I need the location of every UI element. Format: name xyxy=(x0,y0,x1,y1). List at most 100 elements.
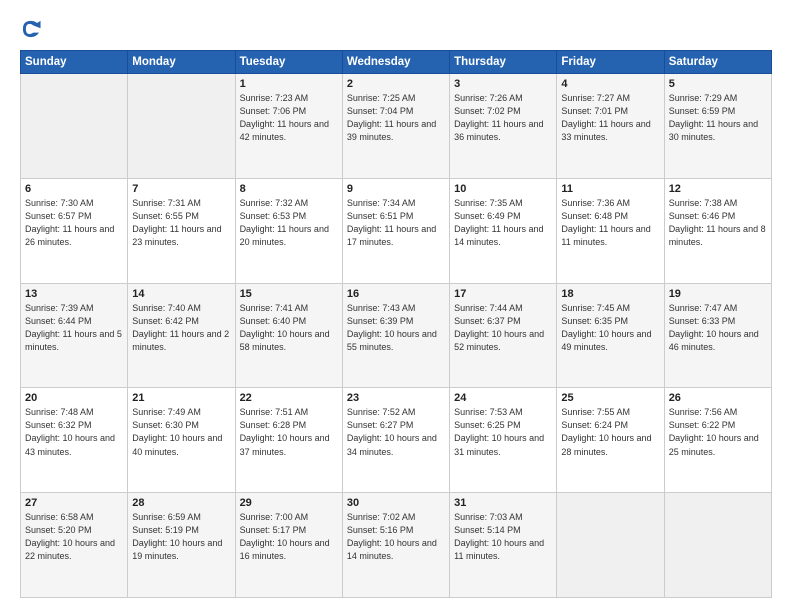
day-number: 25 xyxy=(561,392,659,404)
day-cell: 11 Sunrise: 7:36 AMSunset: 6:48 PMDaylig… xyxy=(557,178,664,283)
day-info: Sunrise: 7:49 AMSunset: 6:30 PMDaylight:… xyxy=(132,407,222,456)
day-cell: 3 Sunrise: 7:26 AMSunset: 7:02 PMDayligh… xyxy=(450,74,557,179)
day-number: 13 xyxy=(25,288,123,300)
day-number: 2 xyxy=(347,78,445,90)
day-number: 24 xyxy=(454,392,552,404)
day-cell: 29 Sunrise: 7:00 AMSunset: 5:17 PMDaylig… xyxy=(235,493,342,598)
day-info: Sunrise: 7:45 AMSunset: 6:35 PMDaylight:… xyxy=(561,303,651,352)
day-info: Sunrise: 7:52 AMSunset: 6:27 PMDaylight:… xyxy=(347,407,437,456)
day-number: 3 xyxy=(454,78,552,90)
week-row-4: 20 Sunrise: 7:48 AMSunset: 6:32 PMDaylig… xyxy=(21,388,772,493)
day-number: 31 xyxy=(454,497,552,509)
day-number: 6 xyxy=(25,183,123,195)
weekday-header-saturday: Saturday xyxy=(664,51,771,74)
day-cell: 30 Sunrise: 7:02 AMSunset: 5:16 PMDaylig… xyxy=(342,493,449,598)
day-cell: 14 Sunrise: 7:40 AMSunset: 6:42 PMDaylig… xyxy=(128,283,235,388)
day-cell: 10 Sunrise: 7:35 AMSunset: 6:49 PMDaylig… xyxy=(450,178,557,283)
day-cell: 24 Sunrise: 7:53 AMSunset: 6:25 PMDaylig… xyxy=(450,388,557,493)
day-number: 27 xyxy=(25,497,123,509)
day-info: Sunrise: 7:30 AMSunset: 6:57 PMDaylight:… xyxy=(25,198,114,247)
day-cell: 18 Sunrise: 7:45 AMSunset: 6:35 PMDaylig… xyxy=(557,283,664,388)
day-info: Sunrise: 7:34 AMSunset: 6:51 PMDaylight:… xyxy=(347,198,436,247)
day-cell: 22 Sunrise: 7:51 AMSunset: 6:28 PMDaylig… xyxy=(235,388,342,493)
day-number: 14 xyxy=(132,288,230,300)
day-number: 22 xyxy=(240,392,338,404)
weekday-header-tuesday: Tuesday xyxy=(235,51,342,74)
header xyxy=(20,18,772,40)
day-number: 16 xyxy=(347,288,445,300)
weekday-header-row: SundayMondayTuesdayWednesdayThursdayFrid… xyxy=(21,51,772,74)
day-number: 9 xyxy=(347,183,445,195)
day-cell xyxy=(21,74,128,179)
day-info: Sunrise: 7:43 AMSunset: 6:39 PMDaylight:… xyxy=(347,303,437,352)
day-info: Sunrise: 7:35 AMSunset: 6:49 PMDaylight:… xyxy=(454,198,543,247)
day-cell: 20 Sunrise: 7:48 AMSunset: 6:32 PMDaylig… xyxy=(21,388,128,493)
day-cell: 28 Sunrise: 6:59 AMSunset: 5:19 PMDaylig… xyxy=(128,493,235,598)
day-info: Sunrise: 7:53 AMSunset: 6:25 PMDaylight:… xyxy=(454,407,544,456)
day-number: 11 xyxy=(561,183,659,195)
day-info: Sunrise: 7:41 AMSunset: 6:40 PMDaylight:… xyxy=(240,303,330,352)
day-number: 8 xyxy=(240,183,338,195)
calendar-table: SundayMondayTuesdayWednesdayThursdayFrid… xyxy=(20,50,772,598)
day-number: 29 xyxy=(240,497,338,509)
day-info: Sunrise: 7:56 AMSunset: 6:22 PMDaylight:… xyxy=(669,407,759,456)
week-row-5: 27 Sunrise: 6:58 AMSunset: 5:20 PMDaylig… xyxy=(21,493,772,598)
day-number: 19 xyxy=(669,288,767,300)
day-number: 10 xyxy=(454,183,552,195)
day-cell: 13 Sunrise: 7:39 AMSunset: 6:44 PMDaylig… xyxy=(21,283,128,388)
day-cell: 19 Sunrise: 7:47 AMSunset: 6:33 PMDaylig… xyxy=(664,283,771,388)
day-cell: 6 Sunrise: 7:30 AMSunset: 6:57 PMDayligh… xyxy=(21,178,128,283)
day-cell: 21 Sunrise: 7:49 AMSunset: 6:30 PMDaylig… xyxy=(128,388,235,493)
day-info: Sunrise: 7:31 AMSunset: 6:55 PMDaylight:… xyxy=(132,198,221,247)
day-cell: 16 Sunrise: 7:43 AMSunset: 6:39 PMDaylig… xyxy=(342,283,449,388)
day-info: Sunrise: 7:44 AMSunset: 6:37 PMDaylight:… xyxy=(454,303,544,352)
week-row-1: 1 Sunrise: 7:23 AMSunset: 7:06 PMDayligh… xyxy=(21,74,772,179)
day-info: Sunrise: 7:48 AMSunset: 6:32 PMDaylight:… xyxy=(25,407,115,456)
day-cell: 8 Sunrise: 7:32 AMSunset: 6:53 PMDayligh… xyxy=(235,178,342,283)
day-number: 21 xyxy=(132,392,230,404)
day-info: Sunrise: 7:27 AMSunset: 7:01 PMDaylight:… xyxy=(561,93,650,142)
day-cell: 31 Sunrise: 7:03 AMSunset: 5:14 PMDaylig… xyxy=(450,493,557,598)
day-info: Sunrise: 7:55 AMSunset: 6:24 PMDaylight:… xyxy=(561,407,651,456)
day-cell: 9 Sunrise: 7:34 AMSunset: 6:51 PMDayligh… xyxy=(342,178,449,283)
day-cell: 27 Sunrise: 6:58 AMSunset: 5:20 PMDaylig… xyxy=(21,493,128,598)
day-number: 15 xyxy=(240,288,338,300)
day-info: Sunrise: 7:29 AMSunset: 6:59 PMDaylight:… xyxy=(669,93,758,142)
logo xyxy=(20,18,46,40)
day-cell: 1 Sunrise: 7:23 AMSunset: 7:06 PMDayligh… xyxy=(235,74,342,179)
day-info: Sunrise: 7:03 AMSunset: 5:14 PMDaylight:… xyxy=(454,512,544,561)
day-cell xyxy=(664,493,771,598)
day-info: Sunrise: 7:40 AMSunset: 6:42 PMDaylight:… xyxy=(132,303,229,352)
day-cell: 12 Sunrise: 7:38 AMSunset: 6:46 PMDaylig… xyxy=(664,178,771,283)
day-number: 5 xyxy=(669,78,767,90)
day-number: 4 xyxy=(561,78,659,90)
calendar-page: SundayMondayTuesdayWednesdayThursdayFrid… xyxy=(0,0,792,612)
day-info: Sunrise: 7:36 AMSunset: 6:48 PMDaylight:… xyxy=(561,198,650,247)
day-number: 18 xyxy=(561,288,659,300)
day-info: Sunrise: 7:26 AMSunset: 7:02 PMDaylight:… xyxy=(454,93,543,142)
day-number: 30 xyxy=(347,497,445,509)
day-info: Sunrise: 6:58 AMSunset: 5:20 PMDaylight:… xyxy=(25,512,115,561)
day-info: Sunrise: 7:23 AMSunset: 7:06 PMDaylight:… xyxy=(240,93,329,142)
day-cell: 15 Sunrise: 7:41 AMSunset: 6:40 PMDaylig… xyxy=(235,283,342,388)
day-info: Sunrise: 7:47 AMSunset: 6:33 PMDaylight:… xyxy=(669,303,759,352)
day-number: 7 xyxy=(132,183,230,195)
day-number: 26 xyxy=(669,392,767,404)
day-number: 17 xyxy=(454,288,552,300)
day-info: Sunrise: 7:25 AMSunset: 7:04 PMDaylight:… xyxy=(347,93,436,142)
day-info: Sunrise: 6:59 AMSunset: 5:19 PMDaylight:… xyxy=(132,512,222,561)
day-cell xyxy=(557,493,664,598)
day-number: 28 xyxy=(132,497,230,509)
day-info: Sunrise: 7:39 AMSunset: 6:44 PMDaylight:… xyxy=(25,303,122,352)
day-cell: 17 Sunrise: 7:44 AMSunset: 6:37 PMDaylig… xyxy=(450,283,557,388)
day-cell xyxy=(128,74,235,179)
weekday-header-friday: Friday xyxy=(557,51,664,74)
week-row-2: 6 Sunrise: 7:30 AMSunset: 6:57 PMDayligh… xyxy=(21,178,772,283)
weekday-header-wednesday: Wednesday xyxy=(342,51,449,74)
week-row-3: 13 Sunrise: 7:39 AMSunset: 6:44 PMDaylig… xyxy=(21,283,772,388)
day-info: Sunrise: 7:38 AMSunset: 6:46 PMDaylight:… xyxy=(669,198,766,247)
day-number: 12 xyxy=(669,183,767,195)
day-cell: 25 Sunrise: 7:55 AMSunset: 6:24 PMDaylig… xyxy=(557,388,664,493)
day-number: 20 xyxy=(25,392,123,404)
logo-icon xyxy=(20,18,42,40)
